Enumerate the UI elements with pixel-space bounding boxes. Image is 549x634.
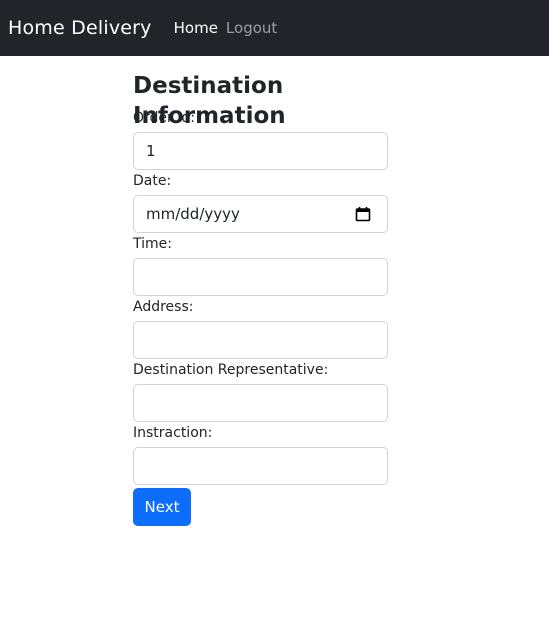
address-label: Address: — [133, 299, 194, 315]
next-button[interactable]: Next — [133, 488, 191, 526]
time-label: Time: — [133, 236, 172, 252]
nav-logout-link[interactable]: Logout — [226, 19, 277, 37]
representative-field-wrapper — [133, 384, 388, 422]
page-title: Destination Information — [133, 73, 286, 129]
time-field-wrapper — [133, 258, 388, 296]
address-input[interactable] — [134, 322, 387, 358]
instruction-field-wrapper — [133, 447, 388, 485]
top-navbar: Home Delivery Home Logout — [0, 0, 549, 56]
representative-input[interactable] — [134, 385, 387, 421]
order-id-field-wrapper — [133, 132, 388, 170]
instruction-input[interactable] — [134, 448, 387, 484]
date-input[interactable] — [134, 196, 387, 232]
representative-label: Destination Representative: — [133, 362, 329, 378]
destination-form: Destination Information Order Id: Date: … — [133, 56, 388, 526]
order-id-input[interactable] — [134, 133, 387, 169]
time-input[interactable] — [134, 259, 387, 295]
address-field-wrapper — [133, 321, 388, 359]
date-label: Date: — [133, 173, 172, 189]
nav-home-link[interactable]: Home — [174, 19, 218, 37]
instruction-label: Instraction: — [133, 425, 213, 441]
brand-link[interactable]: Home Delivery — [8, 17, 152, 39]
date-field-wrapper — [133, 195, 388, 233]
